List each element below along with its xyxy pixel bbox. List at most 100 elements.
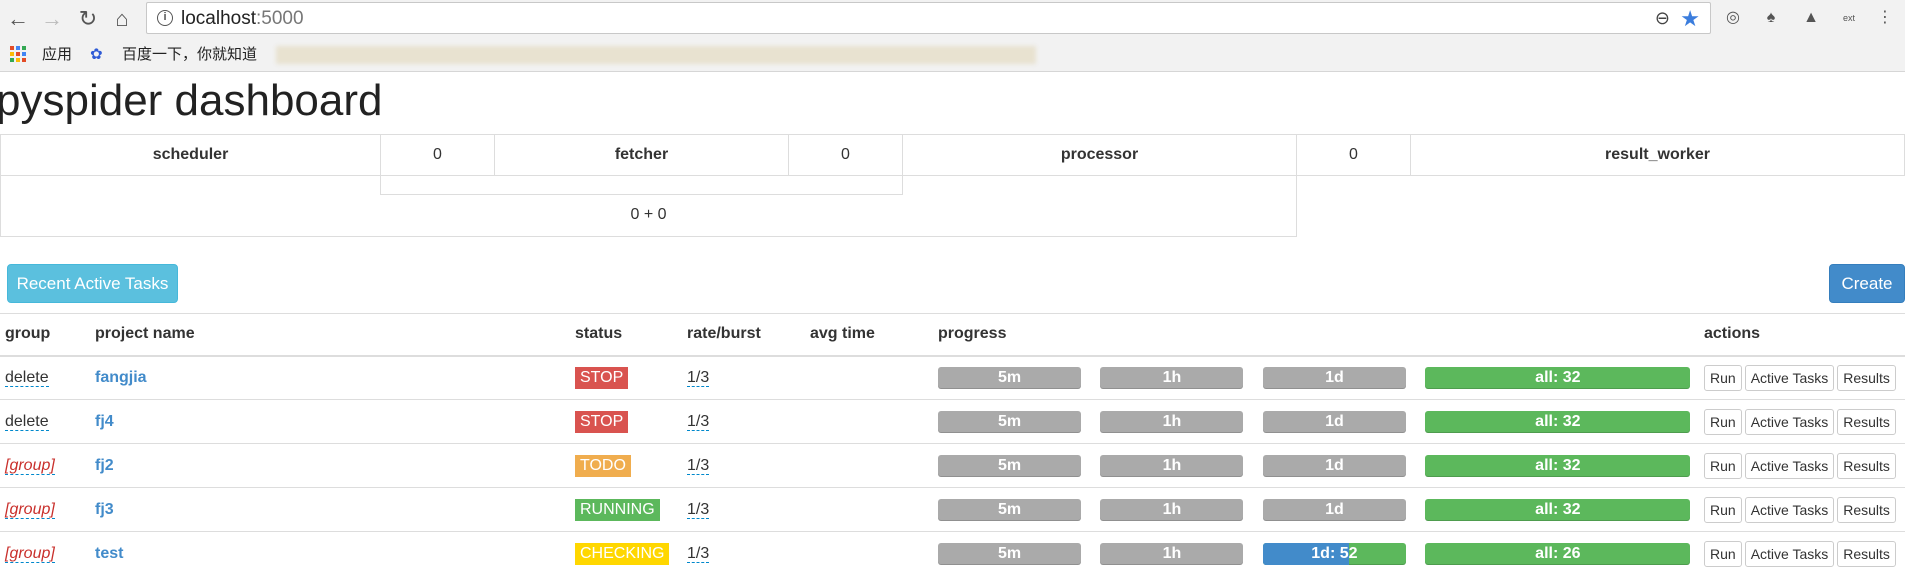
progress-1d: 1d: 52: [1262, 542, 1406, 565]
progress-5m: 5m: [938, 498, 1081, 521]
col-project-name[interactable]: project name: [90, 313, 570, 357]
run-button[interactable]: Run: [1704, 408, 1742, 435]
evernote-icon[interactable]: ♠: [1760, 7, 1782, 29]
fetcher-label: fetcher: [494, 134, 789, 176]
page-title: pyspider dashboard: [0, 76, 383, 125]
run-button[interactable]: Run: [1704, 496, 1742, 523]
stats-panel: scheduler 0 fetcher 0 processor 0 result…: [0, 134, 1905, 237]
col-actions: actions: [1699, 313, 1905, 357]
rate-burst-editable[interactable]: 1/3: [687, 456, 710, 475]
group-editable[interactable]: delete: [5, 368, 49, 387]
browser-chrome: ← → ↻ ⌂ i localhost:5000 ⊖ ★ ◎ ♠ ▲ ext ⋮…: [0, 0, 1905, 72]
results-button[interactable]: Results: [1837, 408, 1896, 435]
status-badge[interactable]: RUNNING: [575, 498, 660, 521]
home-icon[interactable]: ⌂: [108, 5, 136, 33]
results-button[interactable]: Results: [1837, 364, 1896, 391]
rate-burst-editable[interactable]: 1/3: [687, 368, 710, 387]
queue-sum: 0 + 0: [0, 175, 1297, 237]
progress-1d: 1d: [1262, 454, 1406, 477]
active-tasks-button[interactable]: Active Tasks: [1744, 452, 1835, 479]
group-editable[interactable]: [group]: [5, 456, 55, 475]
scheduler-value: 0: [380, 134, 495, 176]
table-row: [group] test CHECKING 1/3 5m 1h 1d: 52 a…: [0, 531, 1905, 576]
progress-5m: 5m: [938, 542, 1081, 565]
col-rate-burst[interactable]: rate/burst: [682, 313, 805, 357]
avg-time-cell: [805, 399, 933, 444]
extension-icon[interactable]: ext: [1838, 7, 1860, 29]
run-button[interactable]: Run: [1704, 540, 1742, 567]
results-button[interactable]: Results: [1837, 540, 1896, 567]
table-row: delete fj4 STOP 1/3 5m 1h 1d all: 32 Run…: [0, 399, 1905, 444]
run-button[interactable]: Run: [1704, 364, 1742, 391]
group-editable[interactable]: [group]: [5, 544, 55, 563]
progress-1d: 1d: [1262, 366, 1406, 389]
progress-all: all: 32: [1425, 410, 1691, 433]
fetcher-value: 0: [788, 134, 903, 176]
processor-label: processor: [902, 134, 1297, 176]
avg-time-cell: [805, 355, 933, 400]
recent-active-tasks-button[interactable]: Recent Active Tasks: [7, 264, 178, 303]
back-icon[interactable]: ←: [4, 5, 32, 33]
scheduler-label: scheduler: [0, 134, 381, 176]
rate-burst-editable[interactable]: 1/3: [687, 500, 710, 519]
rate-burst-editable[interactable]: 1/3: [687, 544, 710, 563]
project-link[interactable]: fj4: [95, 413, 114, 430]
active-tasks-button[interactable]: Active Tasks: [1744, 364, 1835, 391]
run-button[interactable]: Run: [1704, 452, 1742, 479]
table-row: [group] fj2 TODO 1/3 5m 1h 1d all: 32 Ru…: [0, 443, 1905, 488]
reload-icon[interactable]: ↻: [74, 5, 102, 33]
group-editable[interactable]: delete: [5, 412, 49, 431]
menu-icon[interactable]: ⋮: [1874, 7, 1896, 29]
blurred-bookmarks: [276, 46, 1036, 64]
col-progress[interactable]: progress: [933, 313, 1699, 357]
table-row: delete fangjia STOP 1/3 5m 1h 1d all: 32…: [0, 355, 1905, 400]
results-button[interactable]: Results: [1837, 452, 1896, 479]
project-link[interactable]: test: [95, 545, 123, 562]
url-text: localhost:5000: [181, 8, 304, 29]
progress-5m: 5m: [938, 366, 1081, 389]
bookmark-baidu[interactable]: 百度一下，你就知道: [122, 44, 257, 66]
active-tasks-button[interactable]: Active Tasks: [1744, 496, 1835, 523]
zoom-icon[interactable]: ⊖: [1655, 8, 1670, 29]
progress-1h: 1h: [1100, 498, 1244, 521]
progress-all: all: 32: [1425, 366, 1691, 389]
project-link[interactable]: fj2: [95, 457, 114, 474]
progress-1d: 1d: [1262, 410, 1406, 433]
progress-1h: 1h: [1100, 542, 1244, 565]
extension-chat-icon[interactable]: ◎: [1722, 7, 1744, 29]
status-badge[interactable]: STOP: [575, 410, 629, 433]
progress-all: all: 32: [1425, 454, 1691, 477]
processor-value: 0: [1296, 134, 1411, 176]
progress-5m: 5m: [938, 410, 1081, 433]
address-bar[interactable]: i localhost:5000 ⊖ ★: [146, 2, 1711, 34]
progress-1h: 1h: [1100, 410, 1244, 433]
bookmark-apps[interactable]: 应用: [42, 44, 72, 66]
baidu-paw-icon: ✿: [90, 46, 103, 63]
forward-icon[interactable]: →: [38, 5, 66, 33]
create-button[interactable]: Create: [1829, 264, 1905, 303]
drive-icon[interactable]: ▲: [1800, 7, 1822, 29]
active-tasks-button[interactable]: Active Tasks: [1744, 540, 1835, 567]
projects-table: group project name status rate/burst avg…: [0, 313, 1905, 576]
project-link[interactable]: fj3: [95, 501, 114, 518]
avg-time-cell: [805, 443, 933, 488]
col-group[interactable]: group: [0, 313, 90, 357]
results-button[interactable]: Results: [1837, 496, 1896, 523]
project-link[interactable]: fangjia: [95, 369, 147, 386]
info-icon[interactable]: i: [157, 10, 173, 26]
progress-5m: 5m: [938, 454, 1081, 477]
status-badge[interactable]: CHECKING: [575, 542, 670, 565]
col-avg-time[interactable]: avg time: [805, 313, 933, 357]
apps-icon[interactable]: [10, 46, 26, 62]
progress-all: all: 32: [1425, 498, 1691, 521]
status-badge[interactable]: TODO: [575, 454, 631, 477]
rate-burst-editable[interactable]: 1/3: [687, 412, 710, 431]
table-header-row: group project name status rate/burst avg…: [0, 313, 1905, 357]
status-badge[interactable]: STOP: [575, 366, 629, 389]
progress-1h: 1h: [1100, 366, 1244, 389]
group-editable[interactable]: [group]: [5, 500, 55, 519]
active-tasks-button[interactable]: Active Tasks: [1744, 408, 1835, 435]
progress-all: all: 26: [1425, 542, 1691, 565]
bookmark-star-icon[interactable]: ★: [1680, 6, 1700, 32]
col-status[interactable]: status: [570, 313, 682, 357]
